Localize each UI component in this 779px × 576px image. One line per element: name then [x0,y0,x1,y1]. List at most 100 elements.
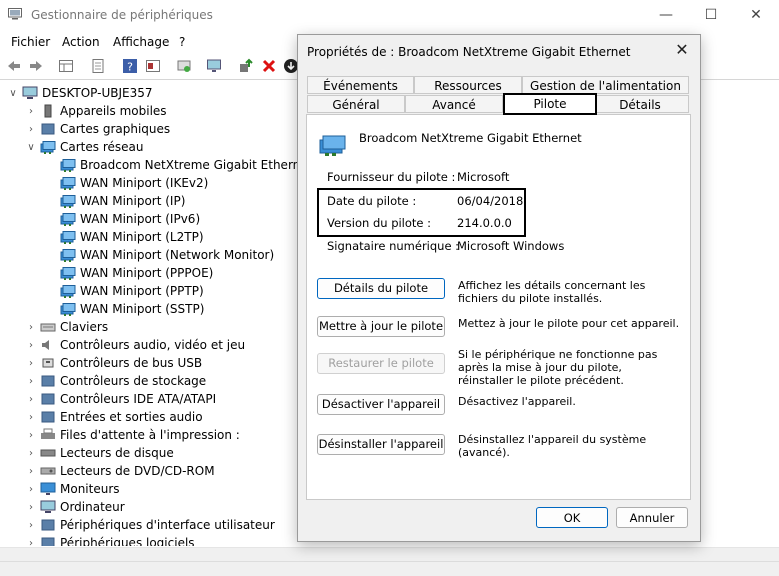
tree-item[interactable]: › Moniteurs [26,480,120,498]
uninstall-device-button[interactable]: Désinstaller l'appareil [317,434,445,455]
tree-item[interactable]: WAN Miniport (L2TP) [46,228,204,246]
tree-item-label: WAN Miniport (IP) [80,194,186,208]
update-driver-desc: Mettez à jour le pilote pour cet apparei… [458,317,680,330]
minimize-button[interactable]: — [643,0,689,30]
tree-item[interactable]: WAN Miniport (SSTP) [46,300,204,318]
dialog-close-button[interactable]: ✕ [672,40,692,60]
monitor-icon[interactable] [206,58,222,74]
chevron-right-icon[interactable]: › [26,466,36,477]
page-icon[interactable] [90,58,106,74]
svg-text:?: ? [127,61,133,74]
network-adapter-icon [319,135,346,156]
disable-device-button[interactable]: Désactiver l'appareil [317,394,445,415]
monitor-icon [40,482,56,496]
tab-ressources[interactable]: Ressources [414,76,522,94]
tree-item[interactable]: WAN Miniport (IKEv2) [46,174,208,192]
chevron-right-icon[interactable]: › [26,448,36,459]
tree-item[interactable]: WAN Miniport (PPPOE) [46,264,213,282]
chevron-right-icon[interactable]: › [26,394,36,405]
chevron-right-icon[interactable]: › [26,106,36,117]
tree-item[interactable]: › Périphériques logiciels [26,534,195,546]
computer-icon [40,500,56,514]
chevron-right-icon[interactable]: › [26,340,36,351]
prop-label-signer: Signataire numérique : [327,239,460,253]
update-driver-icon[interactable] [238,58,254,74]
usb-icon [40,356,56,370]
computer-icon [22,86,38,100]
cancel-button[interactable]: Annuler [616,507,688,528]
tab-pilote[interactable]: Pilote [503,93,597,115]
close-button[interactable]: ✕ [733,0,779,30]
forward-arrow-icon[interactable] [28,58,44,74]
horizontal-scrollbar[interactable] [0,547,779,562]
tree-item[interactable]: WAN Miniport (IPv6) [46,210,200,228]
tab-gestion-alimentation[interactable]: Gestion de l'alimentation [522,76,689,94]
audio-io-icon [40,410,56,424]
help-icon[interactable]: ? [122,58,138,74]
menu-affichage[interactable]: Affichage [113,35,169,49]
speaker-icon [40,338,56,352]
network-adapter-icon [60,248,76,262]
tree-item[interactable]: › Entrées et sorties audio [26,408,203,426]
back-arrow-icon[interactable] [6,58,22,74]
tree-item[interactable]: ∨ Cartes réseau [26,138,143,156]
tree-item[interactable]: › Périphériques d'interface utilisateur [26,516,275,534]
tree-item[interactable]: WAN Miniport (Network Monitor) [46,246,274,264]
scan-hardware-icon[interactable] [176,58,192,74]
tree-item-label: Files d'attente à l'impression : [60,428,240,442]
menu-fichier[interactable]: Fichier [11,35,50,49]
chevron-right-icon[interactable]: › [26,502,36,513]
minimize-icon: — [659,7,673,23]
tree-item[interactable]: › Lecteurs de disque [26,444,174,462]
menu-help[interactable]: ? [179,35,185,49]
device-name: Broadcom NetXtreme Gigabit Ethernet [359,131,582,145]
update-driver-button[interactable]: Mettre à jour le pilote [317,316,445,337]
chevron-right-icon[interactable]: › [26,358,36,369]
properties-grid-icon[interactable] [58,58,74,74]
tree-item[interactable]: › Contrôleurs de bus USB [26,354,202,372]
title-bar: Gestionnaire de périphériques — ☐ ✕ [0,0,779,32]
tree-item[interactable]: Broadcom NetXtreme Gigabit Ethernet [46,156,312,174]
chevron-right-icon[interactable]: › [26,520,36,531]
maximize-button[interactable]: ☐ [688,0,734,30]
tree-item-label: Broadcom NetXtreme Gigabit Ethernet [80,158,313,172]
network-adapter-icon [60,302,76,316]
tree-item[interactable]: › Ordinateur [26,498,125,516]
tab-evenements[interactable]: Événements [307,76,414,94]
tree-item-label: Lecteurs de DVD/CD-ROM [60,464,215,478]
tab-general[interactable]: Général [307,95,405,113]
chevron-down-icon[interactable]: ∨ [8,88,18,99]
tree-item[interactable]: WAN Miniport (PPTP) [46,282,204,300]
chevron-right-icon[interactable]: › [26,124,36,135]
disk-drive-icon [40,446,56,460]
tree-item[interactable]: › Appareils mobiles [26,102,167,120]
uninstall-x-icon[interactable] [261,58,277,74]
chevron-right-icon[interactable]: › [26,430,36,441]
chevron-right-icon[interactable]: › [26,376,36,387]
disable-device-desc: Désactivez l'appareil. [458,395,576,408]
driver-details-button[interactable]: Détails du pilote [317,278,445,299]
chevron-right-icon[interactable]: › [26,322,36,333]
ok-button[interactable]: OK [536,507,608,528]
chevron-right-icon[interactable]: › [26,484,36,495]
tree-item-label: WAN Miniport (IKEv2) [80,176,209,190]
tree-item[interactable]: › Cartes graphiques [26,120,170,138]
tree-item-label: DESKTOP-UBJE357 [42,86,153,100]
chevron-down-icon[interactable]: ∨ [26,142,36,153]
tree-item[interactable]: › Contrôleurs de stockage [26,372,206,390]
tree-item-label: Contrôleurs IDE ATA/ATAPI [60,392,217,406]
tab-avance[interactable]: Avancé [405,95,503,113]
tree-item[interactable]: › Lecteurs de DVD/CD-ROM [26,462,215,480]
tree-item[interactable]: › Files d'attente à l'impression : [26,426,240,444]
view-icon[interactable] [145,58,161,74]
tab-details[interactable]: Détails [591,95,689,113]
menu-action[interactable]: Action [62,35,100,49]
chevron-right-icon[interactable]: › [26,412,36,423]
chevron-right-icon[interactable]: › [26,538,36,547]
tree-item-label: Contrôleurs audio, vidéo et jeu [60,338,246,352]
tree-item[interactable]: ∨ DESKTOP-UBJE357 [8,84,153,102]
tree-item[interactable]: › Claviers [26,318,108,336]
tree-item[interactable]: › Contrôleurs audio, vidéo et jeu [26,336,245,354]
tree-item[interactable]: WAN Miniport (IP) [46,192,185,210]
tree-item[interactable]: › Contrôleurs IDE ATA/ATAPI [26,390,216,408]
